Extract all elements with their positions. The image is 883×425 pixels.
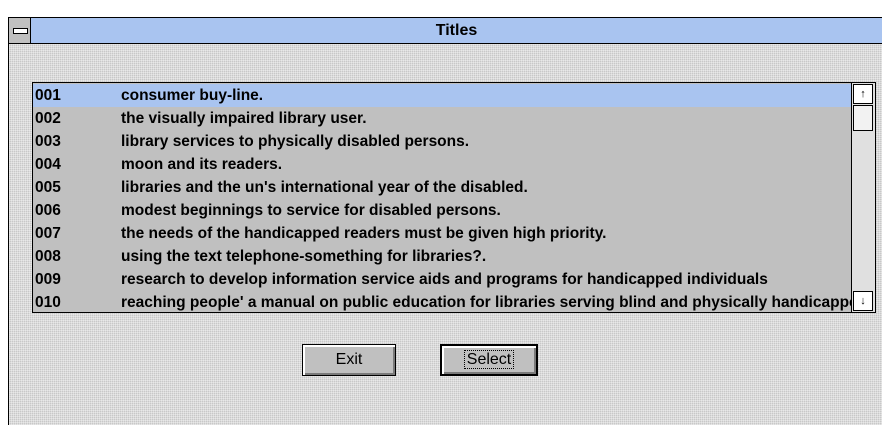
scroll-up-arrow-icon[interactable]: ↑ — [853, 84, 873, 104]
list-item[interactable]: 002 the visually impaired library user. — [33, 107, 853, 130]
item-title: research to develop information service … — [121, 271, 768, 288]
system-menu-button[interactable] — [9, 18, 31, 43]
item-number: 007 — [35, 225, 61, 242]
item-title: modest beginnings to service for disable… — [121, 202, 501, 219]
list-item[interactable]: 009 research to develop information servi… — [33, 268, 853, 291]
list-item[interactable]: 004 moon and its readers. — [33, 153, 853, 176]
list-item[interactable]: 008 using the text telephone-something fo… — [33, 245, 853, 268]
item-number: 004 — [35, 156, 61, 173]
scroll-down-arrow-icon[interactable]: ↓ — [853, 291, 873, 311]
title-bar[interactable]: Titles — [9, 18, 882, 44]
item-number: 008 — [35, 248, 61, 265]
list-item[interactable]: 006 modest beginnings to service for disa… — [33, 199, 853, 222]
item-title: the visually impaired library user. — [121, 110, 367, 127]
item-number: 006 — [35, 202, 61, 219]
item-number: 010 — [35, 294, 61, 311]
list-item[interactable]: 003 library services to physically disabl… — [33, 130, 853, 153]
item-number: 003 — [35, 133, 61, 150]
list-item[interactable]: 007 the needs of the handicapped readers … — [33, 222, 853, 245]
item-number: 001 — [35, 87, 61, 104]
scroll-thumb[interactable] — [853, 105, 873, 131]
exit-button[interactable]: Exit — [302, 344, 396, 376]
titles-window: Titles 001 consumer buy-line. 002 the visua… — [8, 17, 882, 425]
vertical-scrollbar[interactable]: ↑ ↓ — [851, 83, 875, 312]
item-number: 009 — [35, 271, 61, 288]
item-number: 002 — [35, 110, 61, 127]
item-number: 005 — [35, 179, 61, 196]
item-title: reaching people' a manual on public educ… — [121, 294, 853, 311]
select-button-label: Select — [463, 350, 515, 369]
titles-list: 001 consumer buy-line. 002 the visually imp… — [33, 84, 853, 312]
list-item[interactable]: 001 consumer buy-line. — [33, 84, 853, 107]
titles-listbox[interactable]: 001 consumer buy-line. 002 the visually imp… — [32, 82, 876, 313]
item-title: libraries and the un's international yea… — [121, 179, 528, 196]
select-button[interactable]: Select — [440, 344, 538, 376]
window-title: Titles — [435, 22, 478, 39]
system-menu-icon — [13, 28, 28, 34]
item-title: the needs of the handicapped readers mus… — [121, 225, 607, 242]
item-title: consumer buy-line. — [121, 87, 264, 104]
item-title: library services to physically disabled … — [121, 133, 470, 150]
list-item[interactable]: 005 libraries and the un's international … — [33, 176, 853, 199]
item-title: moon and its readers. — [121, 156, 283, 173]
list-item[interactable]: 010 reaching people' a manual on public e… — [33, 291, 853, 312]
item-title: using the text telephone-something for l… — [121, 248, 487, 265]
